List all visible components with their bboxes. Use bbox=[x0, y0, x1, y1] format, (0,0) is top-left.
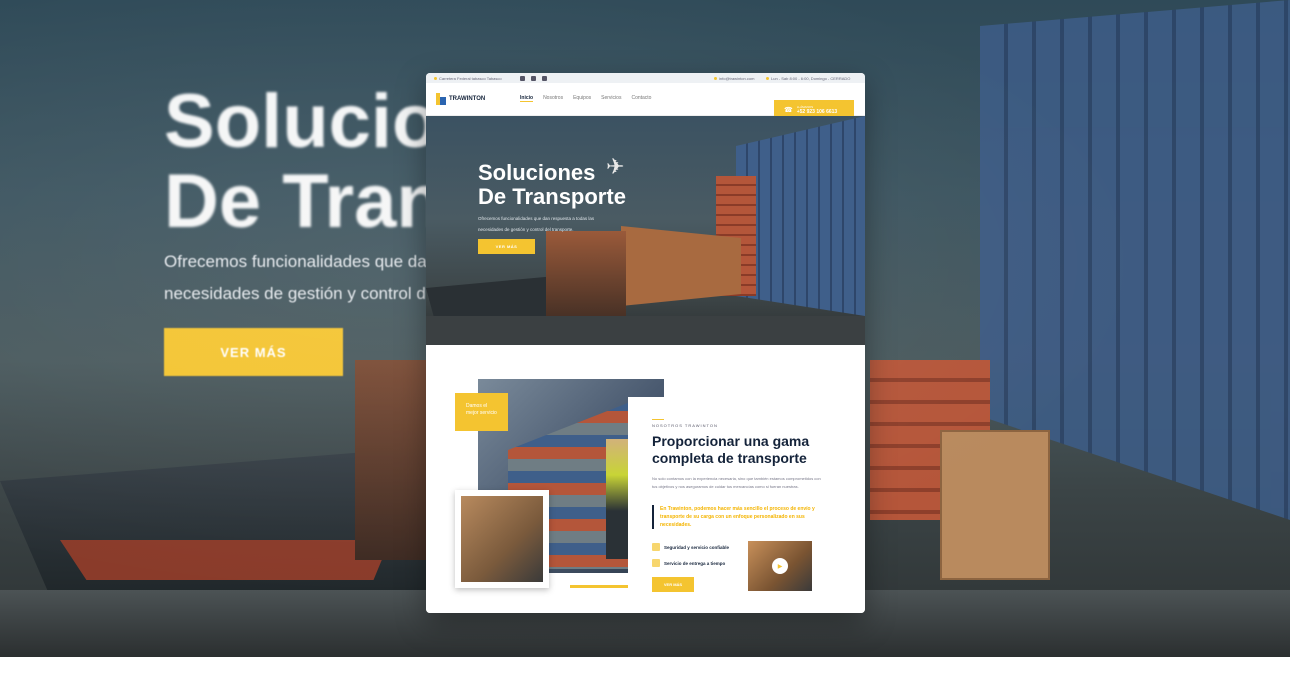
about-section: Damos el mejor servicio NOSOTROS TRAWINT… bbox=[426, 345, 865, 613]
nav-link-equipos[interactable]: Equipos bbox=[573, 95, 591, 102]
nav-link-inicio[interactable]: Inicio bbox=[520, 95, 534, 102]
feature-safety: Seguridad y servicio confiable bbox=[652, 543, 729, 551]
nav-link-nosotros[interactable]: Nosotros bbox=[543, 95, 563, 102]
hero-subtitle: Ofrecemos funcionalidades que dan respue… bbox=[478, 216, 595, 232]
mail-icon bbox=[714, 76, 717, 80]
logo-text: TRAWINTON bbox=[449, 96, 486, 102]
warehouse-worker-image bbox=[455, 490, 549, 588]
accent-bar bbox=[570, 585, 628, 588]
warehouse-graphic bbox=[461, 496, 543, 582]
background-ver-mas-button[interactable]: VER MÁS bbox=[164, 328, 343, 376]
play-icon[interactable]: ▶ bbox=[772, 558, 788, 574]
feature-delivery: Servicio de entrega a tiempo bbox=[652, 559, 725, 567]
ship-hull bbox=[60, 540, 390, 580]
section-title: Proporcionar una gama completa de transp… bbox=[652, 433, 810, 466]
feature-delivery-text: Servicio de entrega a tiempo bbox=[664, 560, 726, 566]
cardboard-box bbox=[940, 430, 1050, 580]
location-icon bbox=[434, 76, 437, 80]
top-info-bar: Carretera Federal tabasco Tabasco info@t… bbox=[426, 73, 865, 83]
linkedin-icon[interactable] bbox=[531, 75, 536, 81]
nav-links: Inicio Nosotros Equipos Servicios Contac… bbox=[520, 95, 651, 102]
container-stack bbox=[980, 0, 1290, 520]
clock-icon bbox=[766, 76, 769, 80]
email-text: info@trawinton.com bbox=[719, 75, 755, 81]
cargo-ship bbox=[0, 447, 430, 600]
navbar: TRAWINTON Inicio Nosotros Equipos Servic… bbox=[426, 83, 865, 119]
website-preview: Carretera Federal tabasco Tabasco info@t… bbox=[426, 73, 865, 613]
hours-text: Lun - Sab 8:00 - 6:00, Domingo - CERRADO bbox=[771, 75, 851, 81]
facebook-icon[interactable] bbox=[520, 75, 525, 81]
button-label: VER MÁS bbox=[220, 344, 287, 360]
social-links bbox=[520, 75, 547, 81]
container-stack-red bbox=[870, 360, 990, 520]
nav-link-servicios[interactable]: Servicios bbox=[601, 95, 621, 102]
address-text: Carretera Federal tabasco Tabasco bbox=[439, 75, 502, 81]
hero-section: ✈ Soluciones De Transporte Ofrecemos fun… bbox=[426, 116, 865, 345]
video-thumbnail[interactable]: ▶ bbox=[748, 541, 812, 591]
logo-icon bbox=[436, 93, 446, 105]
hero-trailer bbox=[621, 226, 741, 306]
about-ver-mas-button[interactable]: VER MÁS bbox=[652, 577, 694, 592]
section-paragraph: No solo contamos con la experiencia nece… bbox=[652, 476, 821, 489]
hero-title: Soluciones De Transporte bbox=[478, 160, 626, 209]
phone-icon: ☎ bbox=[784, 106, 793, 114]
hours: Lun - Sab 8:00 - 6:00, Domingo - CERRADO bbox=[766, 76, 850, 81]
call-number: +52 923 106 6613 bbox=[796, 108, 838, 115]
logo[interactable]: TRAWINTON bbox=[436, 93, 485, 105]
background-subtitle: Ofrecemos funcionalidades que dan necesi… bbox=[164, 252, 439, 303]
address: Carretera Federal tabasco Tabasco bbox=[434, 76, 502, 81]
section-label: NOSOTROS TRAWINTON bbox=[652, 423, 718, 428]
email[interactable]: info@trawinton.com bbox=[714, 76, 754, 81]
delivery-icon bbox=[652, 559, 660, 567]
nav-link-contacto[interactable]: Contacto bbox=[631, 95, 651, 102]
background-title: Solucio De Tran bbox=[164, 79, 443, 244]
hero-ver-mas-button[interactable]: VER MÁS bbox=[478, 239, 535, 254]
section-quote: En Trawinton, podemos hacer más sencillo… bbox=[652, 505, 822, 529]
instagram-icon[interactable] bbox=[542, 75, 547, 81]
shield-icon bbox=[652, 543, 660, 551]
service-badge: Damos el mejor servicio bbox=[455, 393, 508, 431]
hero-road bbox=[426, 316, 865, 345]
call-text: LLÁMANOS +52 923 106 6613 bbox=[797, 105, 837, 115]
section-accent-line bbox=[652, 419, 664, 420]
feature-safety-text: Seguridad y servicio confiable bbox=[664, 544, 730, 550]
